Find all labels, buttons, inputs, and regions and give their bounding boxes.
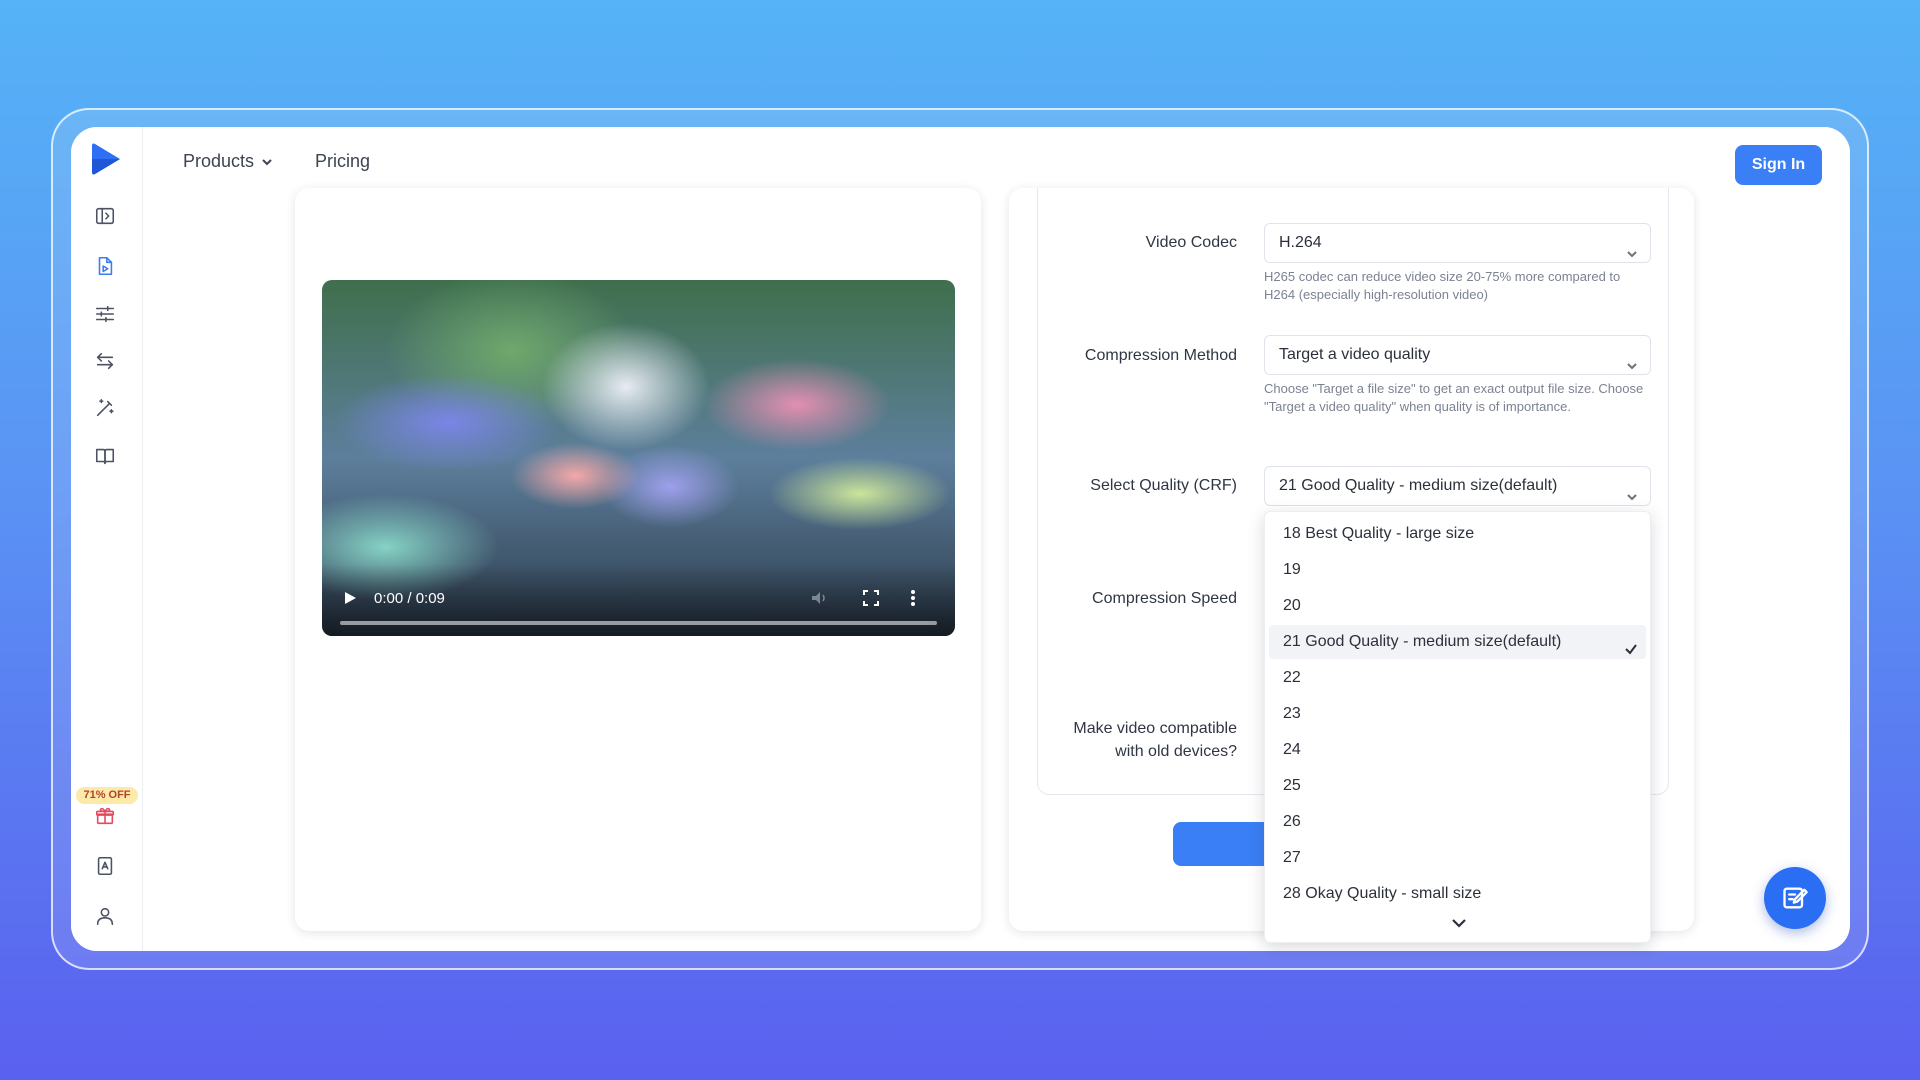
video-codec-select[interactable]: H.264 (1264, 223, 1651, 263)
quality-option[interactable]: 22 (1269, 661, 1646, 695)
chevron-down-icon (1626, 237, 1638, 258)
quality-option[interactable]: 23 (1269, 697, 1646, 731)
video-codec-hint: H265 codec can reduce video size 20-75% … (1264, 269, 1621, 302)
file-video-icon[interactable] (92, 253, 118, 279)
nav-pricing-link[interactable]: Pricing (315, 151, 370, 172)
quality-option[interactable]: 28 Okay Quality - small size (1269, 877, 1646, 911)
nav-products-menu[interactable]: Products (183, 151, 274, 172)
logo-play-icon[interactable] (89, 141, 123, 177)
compression-method-hint: Choose "Target a file size" to get an ex… (1264, 381, 1644, 414)
quality-label: Select Quality (CRF) (1090, 477, 1237, 494)
quality-option[interactable]: 24 (1269, 733, 1646, 767)
compat-label-line1: Make video compatible (1073, 720, 1237, 737)
book-icon[interactable] (92, 443, 118, 469)
quality-option-selected[interactable]: 21 Good Quality - medium size(default) (1269, 625, 1646, 659)
video-controls: 0:00 / 0:09 (322, 564, 955, 636)
volume-icon[interactable] (810, 589, 828, 607)
panel-toggle-icon[interactable] (92, 203, 118, 229)
chevron-down-icon (1626, 349, 1638, 370)
edit-note-icon (1783, 887, 1808, 909)
user-icon[interactable] (92, 903, 118, 929)
video-codec-label: Video Codec (1145, 234, 1237, 251)
document-a-icon[interactable] (92, 853, 118, 879)
quality-value: 21 Good Quality - medium size(default) (1279, 477, 1558, 494)
chevron-down-icon (1626, 480, 1638, 501)
sidebar: 71% OFF (71, 127, 143, 951)
gift-icon[interactable] (92, 803, 118, 829)
sign-in-button[interactable]: Sign In (1735, 145, 1822, 185)
quality-option[interactable]: 18 Best Quality - large size (1269, 517, 1646, 551)
scroll-down-chevron-icon[interactable] (1450, 916, 1468, 930)
feedback-button[interactable] (1764, 867, 1826, 929)
chevron-down-icon (262, 158, 272, 165)
compression-method-select[interactable]: Target a video quality (1264, 335, 1651, 375)
check-icon (1624, 635, 1638, 655)
compression-method-value: Target a video quality (1279, 346, 1431, 363)
video-time: 0:00 / 0:09 (374, 590, 445, 607)
magic-wand-icon[interactable] (92, 395, 118, 421)
video-player[interactable]: 0:00 / 0:09 (322, 280, 955, 636)
compat-label-line2: with old devices? (1115, 743, 1237, 760)
nav-products-label: Products (183, 151, 255, 171)
compression-speed-label: Compression Speed (1092, 590, 1237, 607)
sliders-icon[interactable] (92, 301, 118, 327)
more-options-icon[interactable] (910, 589, 916, 607)
quality-option-label: 21 Good Quality - medium size(default) (1283, 633, 1562, 650)
promo-badge[interactable]: 71% OFF (76, 787, 138, 804)
quality-option[interactable]: 26 (1269, 805, 1646, 839)
play-icon[interactable] (342, 590, 358, 606)
compression-method-label: Compression Method (1084, 347, 1237, 364)
quality-option[interactable]: 20 (1269, 589, 1646, 623)
quality-option[interactable]: 19 (1269, 553, 1646, 587)
convert-arrows-icon[interactable] (92, 348, 118, 374)
quality-option[interactable]: 27 (1269, 841, 1646, 875)
video-progress-bar[interactable] (340, 621, 937, 625)
quality-select[interactable]: 21 Good Quality - medium size(default) (1264, 466, 1651, 506)
video-codec-value: H.264 (1279, 234, 1322, 251)
fullscreen-icon[interactable] (863, 590, 879, 606)
quality-dropdown-menu: 18 Best Quality - large size 19 20 21 Go… (1264, 511, 1651, 943)
quality-option[interactable]: 25 (1269, 769, 1646, 803)
